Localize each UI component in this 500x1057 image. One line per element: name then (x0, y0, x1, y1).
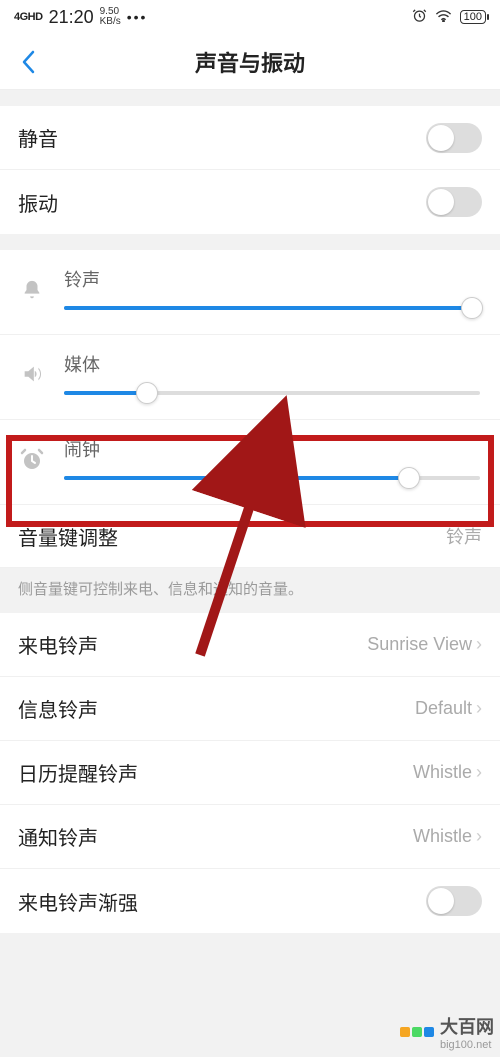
ringtone-volume-row: 铃声 (0, 250, 500, 335)
status-time: 21:20 (49, 7, 94, 28)
bell-icon (18, 266, 46, 302)
section-gap (0, 234, 500, 250)
media-volume-row: 媒体 (0, 335, 500, 420)
ringtone-volume-label: 铃声 (64, 266, 480, 292)
speaker-icon (18, 351, 46, 385)
page-title: 声音与振动 (0, 46, 500, 78)
vibrate-label: 振动 (18, 188, 58, 217)
net-speed: 9.50 KB/s (100, 7, 121, 27)
volume-section: 铃声 媒体 闹钟 (0, 250, 500, 504)
alarm-volume-row: 闹钟 (0, 420, 500, 504)
vibrate-row[interactable]: 振动 (0, 170, 500, 234)
section-gap (0, 90, 500, 106)
alarm-status-icon (412, 8, 427, 26)
calendar-ringtone-row[interactable]: 日历提醒铃声 Whistle› (0, 741, 500, 805)
crescendo-toggle[interactable] (426, 886, 482, 916)
header: 声音与振动 (0, 34, 500, 90)
watermark-logo (400, 1027, 434, 1037)
volume-key-label: 音量键调整 (18, 522, 118, 551)
mode-section: 静音 振动 (0, 106, 500, 234)
ringtone-volume-slider[interactable] (64, 306, 480, 310)
battery-indicator: 100 (460, 10, 486, 24)
volume-key-value: 铃声 (446, 523, 482, 549)
chevron-right-icon: › (476, 762, 482, 783)
incoming-ringtone-row[interactable]: 来电铃声 Sunrise View› (0, 613, 500, 677)
more-icon: ••• (127, 9, 148, 25)
crescendo-row[interactable]: 来电铃声渐强 (0, 869, 500, 933)
wifi-icon (435, 9, 452, 25)
media-volume-label: 媒体 (64, 351, 480, 377)
alarm-volume-label: 闹钟 (64, 436, 480, 462)
status-bar: 4GHD 21:20 9.50 KB/s ••• 100 (0, 0, 500, 34)
message-ringtone-row[interactable]: 信息铃声 Default› (0, 677, 500, 741)
status-right: 100 (412, 8, 486, 26)
alarm-volume-slider[interactable] (64, 476, 480, 480)
back-button[interactable] (8, 34, 48, 89)
silent-toggle[interactable] (426, 123, 482, 153)
silent-row[interactable]: 静音 (0, 106, 500, 170)
status-left: 4GHD 21:20 9.50 KB/s ••• (14, 7, 147, 28)
notify-ringtone-row[interactable]: 通知铃声 Whistle› (0, 805, 500, 869)
chevron-right-icon: › (476, 698, 482, 719)
volume-key-desc: 侧音量键可控制来电、信息和通知的音量。 (0, 568, 500, 613)
vibrate-toggle[interactable] (426, 187, 482, 217)
watermark: 大百网 big100.net (400, 1013, 494, 1051)
ringtone-section: 来电铃声 Sunrise View› 信息铃声 Default› 日历提醒铃声 … (0, 613, 500, 933)
chevron-right-icon: › (476, 634, 482, 655)
chevron-left-icon (21, 50, 35, 74)
network-indicator: 4GHD (14, 11, 43, 23)
clock-icon (18, 436, 46, 472)
silent-label: 静音 (18, 123, 58, 152)
chevron-right-icon: › (476, 826, 482, 847)
media-volume-slider[interactable] (64, 391, 480, 395)
volume-key-row[interactable]: 音量键调整 铃声 (0, 504, 500, 568)
